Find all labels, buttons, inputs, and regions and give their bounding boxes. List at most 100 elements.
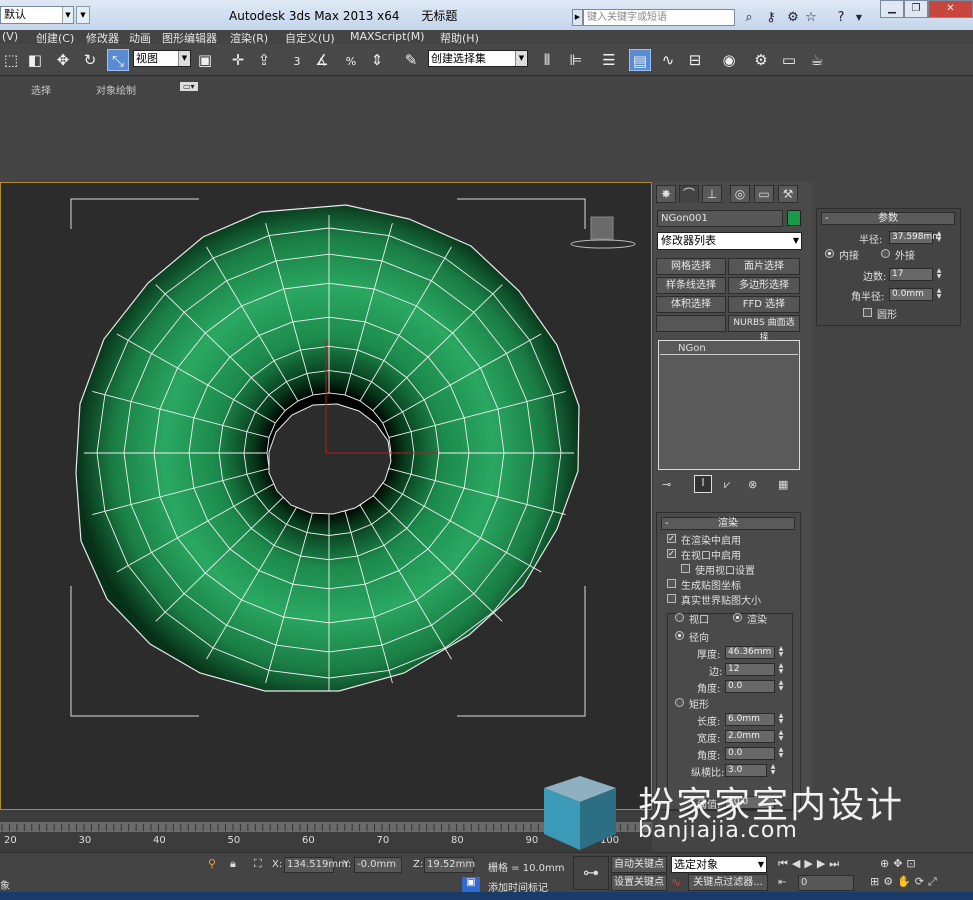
schematic-view-icon[interactable]: ⊟ [684, 49, 706, 71]
spinner-arrows-icon[interactable]: ▲ ▼ [935, 288, 943, 301]
star-icon[interactable]: ☆ [802, 9, 820, 26]
x-coordinate-field[interactable]: 134.519mm [284, 857, 348, 873]
menu-maxscript[interactable]: MAXScript(M) [350, 30, 425, 43]
enable-viewport-checkbox[interactable]: ✓ [667, 549, 676, 558]
communication-icon[interactable]: ⚙ [784, 9, 802, 26]
named-selection-dropdown[interactable]: 创建选择集 ▼ [428, 50, 528, 67]
empty-modifier-button[interactable] [656, 315, 726, 332]
viewcube-ring[interactable] [570, 239, 636, 249]
set-key-button[interactable]: 设置关键点 [611, 874, 667, 891]
key-icon[interactable]: ⚷ [762, 9, 780, 26]
spinner-arrows-icon[interactable]: ▲ ▼ [777, 663, 785, 676]
select-region-icon[interactable]: ⬚ [0, 49, 22, 71]
ribbon-tab-selection[interactable]: 选择 [31, 82, 51, 97]
spinner-arrows-icon[interactable]: ▲ ▼ [935, 231, 943, 244]
motion-tab-icon[interactable]: ◎ [730, 185, 750, 203]
move-icon[interactable]: ✥ [52, 49, 74, 71]
rendered-frame-icon[interactable]: ▭ [778, 49, 800, 71]
percent-snap-icon[interactable]: % [340, 49, 362, 71]
ffd-select-button[interactable]: FFD 选择 [728, 296, 800, 313]
spinner-arrows-icon[interactable]: ▲ ▼ [777, 730, 785, 743]
ribbon-toggle-icon[interactable]: ▭▾ [180, 82, 198, 91]
spinner-arrows-icon[interactable]: ▲ ▼ [935, 268, 943, 281]
absolute-mode-icon[interactable]: ⛶ [254, 857, 262, 871]
radial-radio[interactable] [675, 631, 684, 640]
align-icon[interactable]: ⊫ [565, 49, 587, 71]
radial-angle-spinner[interactable]: 0.0 [725, 680, 775, 693]
scale-icon[interactable]: ⤡ [107, 49, 129, 71]
viewport-radio[interactable] [675, 613, 684, 622]
layer-manager-icon[interactable]: ☰ [598, 49, 620, 71]
viewport-nav-controls[interactable]: ⊕✥⊡ [880, 857, 920, 870]
binoculars-icon[interactable]: ⌕ [740, 9, 758, 26]
close-button[interactable]: ✕ [928, 0, 973, 18]
modify-tab-icon[interactable]: ⌒ [679, 185, 699, 203]
rect-angle-spinner[interactable]: 0.0 [725, 747, 775, 760]
circumscribed-radio[interactable] [881, 249, 890, 258]
isolate-icon[interactable]: ⚲ [208, 857, 216, 870]
set-key-icon[interactable]: ⊶ [573, 856, 609, 890]
restore-button[interactable]: ❐ [904, 0, 928, 18]
menu-view[interactable]: (V) [2, 30, 18, 43]
real-world-map-checkbox[interactable] [667, 594, 676, 603]
help-icon[interactable]: ? [832, 9, 850, 26]
create-tab-icon[interactable]: ✸ [656, 185, 676, 203]
show-end-result-icon[interactable]: Ⅰ [694, 475, 712, 493]
display-tab-icon[interactable]: ▭ [754, 185, 774, 203]
key-filters-button[interactable]: 关键点过滤器... [688, 874, 768, 891]
lock-icon[interactable]: 🔒︎ [230, 857, 236, 871]
patch-select-button[interactable]: 面片选择 [728, 258, 800, 275]
keyboard-shortcut-icon[interactable]: ⇪ [253, 49, 275, 71]
spinner-snap-icon[interactable]: ⇕ [366, 49, 388, 71]
curve-editor-icon[interactable]: ∿ [657, 49, 679, 71]
spinner-arrows-icon[interactable]: ▲ ▼ [777, 713, 785, 726]
poly-select-button[interactable]: 多边形选择 [728, 277, 800, 294]
generate-mapping-checkbox[interactable] [667, 579, 676, 588]
perspective-viewport[interactable] [0, 182, 652, 810]
spinner-arrows-icon[interactable]: ▲ ▼ [777, 747, 785, 760]
thickness-spinner[interactable]: 46.36mm [725, 646, 775, 659]
make-unique-icon[interactable]: ⩗ [724, 478, 730, 492]
search-input[interactable]: 键入关键字或短语 [583, 9, 735, 26]
rotate-icon[interactable]: ↻ [79, 49, 101, 71]
object-color-swatch[interactable] [787, 210, 801, 226]
nav-tools[interactable]: ⊞⚙✋⟳⤢ [870, 875, 941, 889]
edit-named-selection-icon[interactable]: ✎ [400, 49, 422, 71]
nurbs-surface-select-button[interactable]: NURBS 曲面选择 [728, 315, 800, 343]
use-viewport-settings-checkbox[interactable] [681, 564, 690, 573]
auto-key-button[interactable]: 自动关键点 [611, 856, 667, 873]
snap-toggle-icon[interactable]: 3 [286, 49, 308, 71]
reference-coordinate-dropdown[interactable]: 视图 ▼ [133, 50, 191, 67]
key-mode-toggle-icon[interactable]: ⇤ [778, 877, 786, 888]
radial-sides-spinner[interactable]: 12 [725, 663, 775, 676]
pin-stack-icon[interactable]: ⊸ [662, 478, 671, 491]
utilities-tab-icon[interactable]: ⚒ [778, 185, 798, 203]
time-tag-icon[interactable]: ▣ [462, 877, 480, 893]
spinner-arrows-icon[interactable]: ▲ ▼ [777, 646, 785, 659]
width-spinner[interactable]: 2.0mm [725, 730, 775, 743]
select-manipulate-icon[interactable]: ✛ [227, 49, 249, 71]
configure-sets-icon[interactable]: ▦ [778, 478, 788, 491]
render-production-icon[interactable]: ☕ [806, 49, 828, 71]
renderer-radio[interactable] [733, 613, 742, 622]
volume-select-button[interactable]: 体积选择 [656, 296, 726, 313]
corner-radius-spinner[interactable]: 0.0mm [889, 288, 933, 301]
z-coordinate-field[interactable]: 19.52mm [424, 857, 475, 873]
viewcube[interactable] [590, 216, 614, 240]
render-rollout-header[interactable]: - 渲染 [661, 517, 795, 530]
rectangular-radio[interactable] [675, 698, 684, 707]
parameters-rollout-header[interactable]: - 参数 [821, 212, 955, 225]
mesh-select-button[interactable]: 网格选择 [656, 258, 726, 275]
search-arrow-icon[interactable]: ▶ [572, 9, 583, 26]
spinner-arrows-icon[interactable]: ▲ ▼ [777, 680, 785, 693]
length-spinner[interactable]: 6.0mm [725, 713, 775, 726]
enable-render-checkbox[interactable]: ✓ [667, 534, 676, 543]
spline-select-button[interactable]: 样条线选择 [656, 277, 726, 294]
pivot-center-icon[interactable]: ▣ [194, 49, 216, 71]
angle-snap-icon[interactable]: ∡ [311, 49, 333, 71]
stack-item-ngon[interactable]: NGon [660, 343, 798, 355]
playback-controls[interactable]: ⏮◀▶▶⏭ [778, 857, 843, 871]
modifier-list-dropdown[interactable]: 修改器列表 ▼ [657, 232, 802, 250]
key-mode-dropdown[interactable]: 选定对象 ▼ [671, 856, 767, 873]
scene-explorer-icon[interactable]: ▤ [629, 49, 651, 71]
